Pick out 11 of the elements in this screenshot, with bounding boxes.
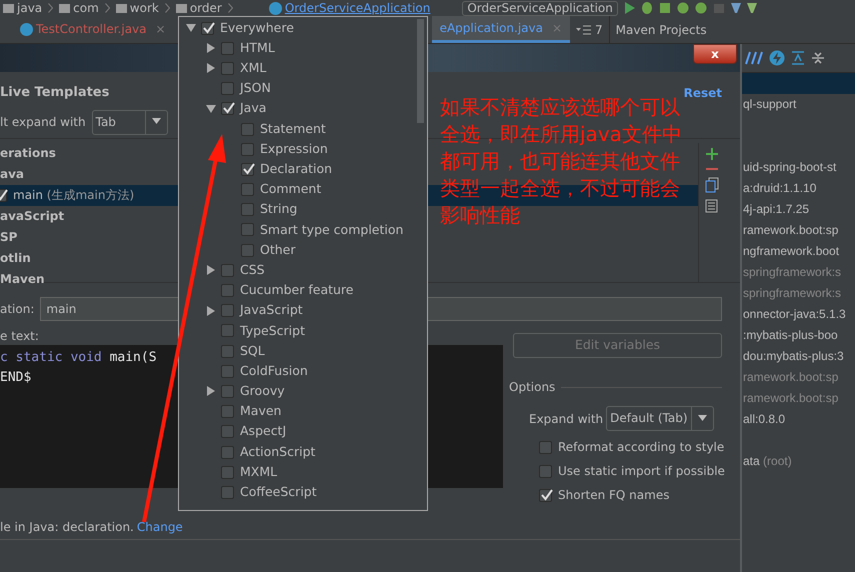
- code-line: c static void main(S: [0, 350, 157, 365]
- field-label: e text:: [0, 329, 39, 343]
- context-text: le in Java: declaration.: [0, 518, 134, 536]
- section-title: Live Templates: [0, 84, 110, 102]
- options-title: Options: [509, 379, 556, 396]
- annotation-text: 如果不清楚应该选哪个可以全选，即在所用java文件中都可用，也可能连其他文件类型一起全选，不过可能会影响性能: [440, 94, 683, 229]
- field-label: ation:: [0, 301, 34, 318]
- field-label: Expand with: [529, 410, 604, 428]
- code-line: END$: [0, 370, 32, 385]
- field-label: lt expand with: [0, 114, 86, 131]
- panel-title: Maven Projects: [614, 22, 708, 38]
